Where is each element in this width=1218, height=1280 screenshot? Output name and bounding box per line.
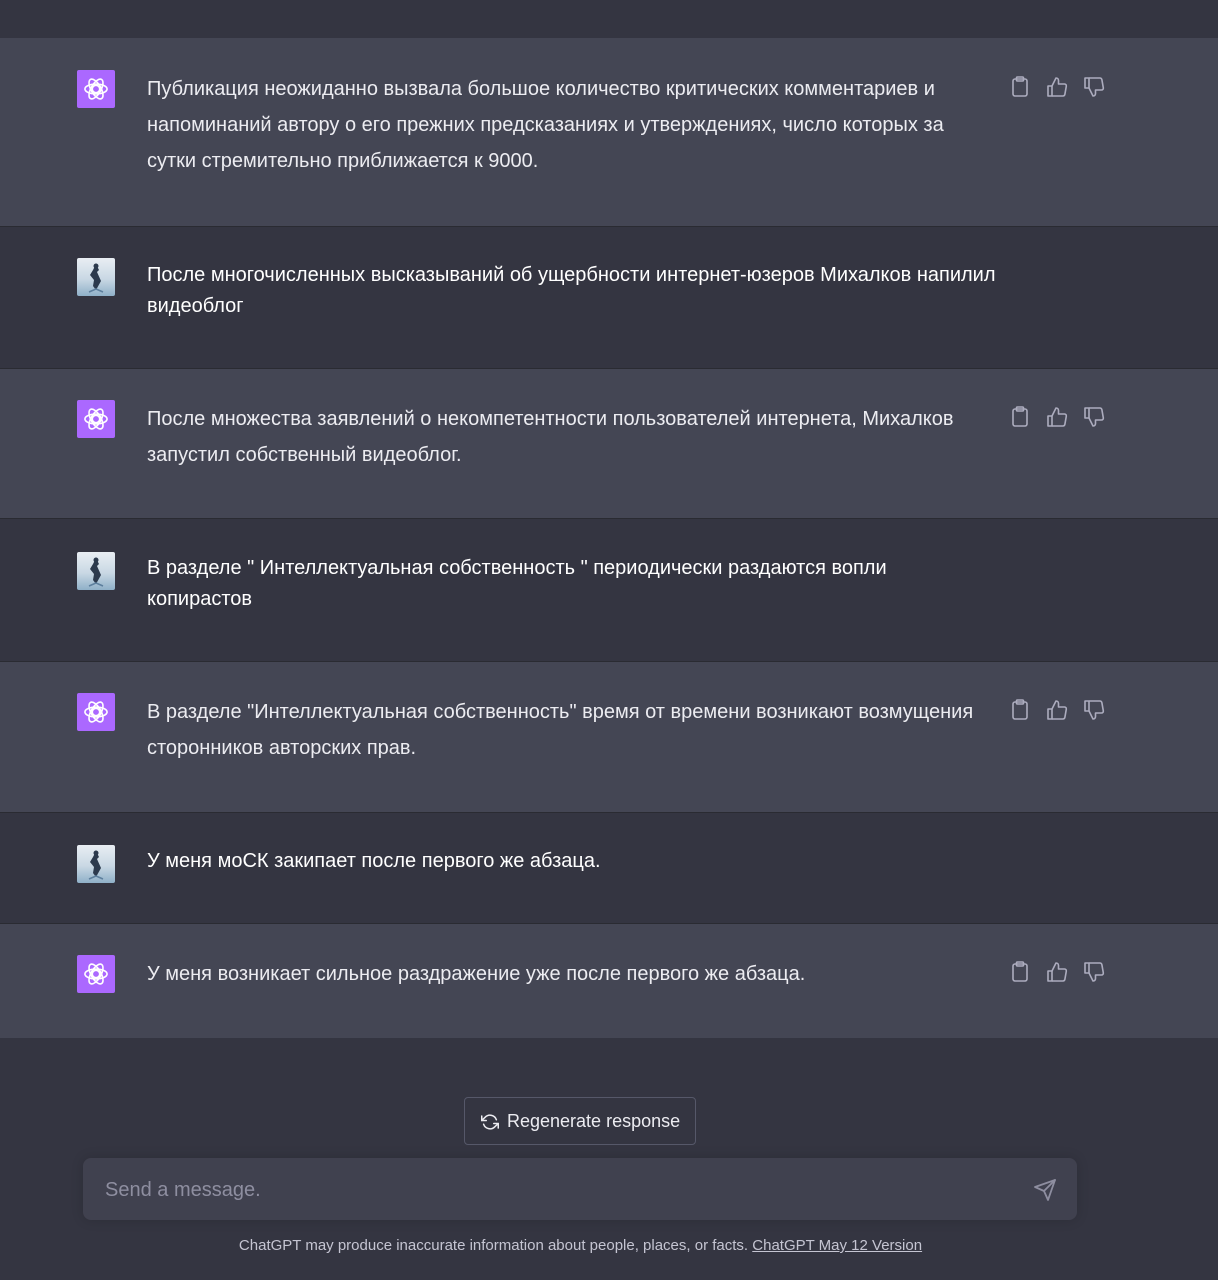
top-bar [0,0,1218,39]
refresh-icon [481,1113,499,1136]
user-message: После многочисленных высказываний об уще… [0,227,1218,369]
thumbs-down-icon[interactable] [1082,74,1106,100]
thumbs-up-icon[interactable] [1045,404,1069,430]
message-input[interactable] [103,1158,1007,1222]
message-text: После многочисленных высказываний об уще… [147,264,996,317]
thumbs-up-icon[interactable] [1045,697,1069,723]
message-text: Публикация неожиданно вызвала большое ко… [147,78,944,172]
chatgpt-logo-icon [77,955,115,993]
message-composer [83,1158,1077,1222]
thumbs-down-icon[interactable] [1082,697,1106,723]
user-message: В разделе " Интеллектуальная собственнос… [0,519,1218,662]
user-avatar [77,258,115,296]
message-text: У меня моСК закипает после первого же аб… [147,850,601,872]
message-text: После множества заявлений о некомпетентн… [147,408,954,466]
message-text: У меня возникает сильное раздражение уже… [147,963,806,985]
clipboard-icon[interactable] [1008,959,1032,985]
user-avatar [77,845,115,883]
version-link[interactable]: ChatGPT May 12 Version [752,1237,922,1254]
regenerate-label: Regenerate response [507,1111,681,1131]
thumbs-down-icon[interactable] [1082,404,1106,430]
message-text: В разделе " Интеллектуальная собственнос… [147,557,887,610]
disclaimer-text: ChatGPT may produce inaccurate informati… [238,1237,749,1254]
thumbs-down-icon[interactable] [1082,959,1106,985]
assistant-message: У меня возникает сильное раздражение уже… [0,924,1218,1038]
assistant-message: В разделе "Интеллектуальная собственност… [0,662,1218,813]
message-text: В разделе "Интеллектуальная собственност… [147,701,974,759]
assistant-message: Публикация неожиданно вызвала большое ко… [0,38,1218,227]
regenerate-button[interactable]: Regenerate response [464,1097,696,1145]
assistant-message: После множества заявлений о некомпетентн… [0,369,1218,519]
message-actions [1008,404,1108,430]
clipboard-icon[interactable] [1008,697,1032,723]
thumbs-up-icon[interactable] [1045,959,1069,985]
chat-page: Публикация неожиданно вызвала большое ко… [0,0,1218,1280]
chatgpt-logo-icon [77,693,115,731]
message-actions [1008,74,1108,100]
disclaimer-footer: ChatGPT may produce inaccurate informati… [0,1237,1161,1254]
user-message: У меня моСК закипает после первого же аб… [0,813,1218,924]
paper-plane-icon[interactable] [1033,1178,1057,1202]
thumbs-up-icon[interactable] [1045,74,1069,100]
message-actions [1008,697,1108,723]
user-avatar [77,552,115,590]
clipboard-icon[interactable] [1008,404,1032,430]
chatgpt-logo-icon [77,70,115,108]
clipboard-icon[interactable] [1008,74,1032,100]
message-actions [1008,959,1108,985]
chatgpt-logo-icon [77,400,115,438]
